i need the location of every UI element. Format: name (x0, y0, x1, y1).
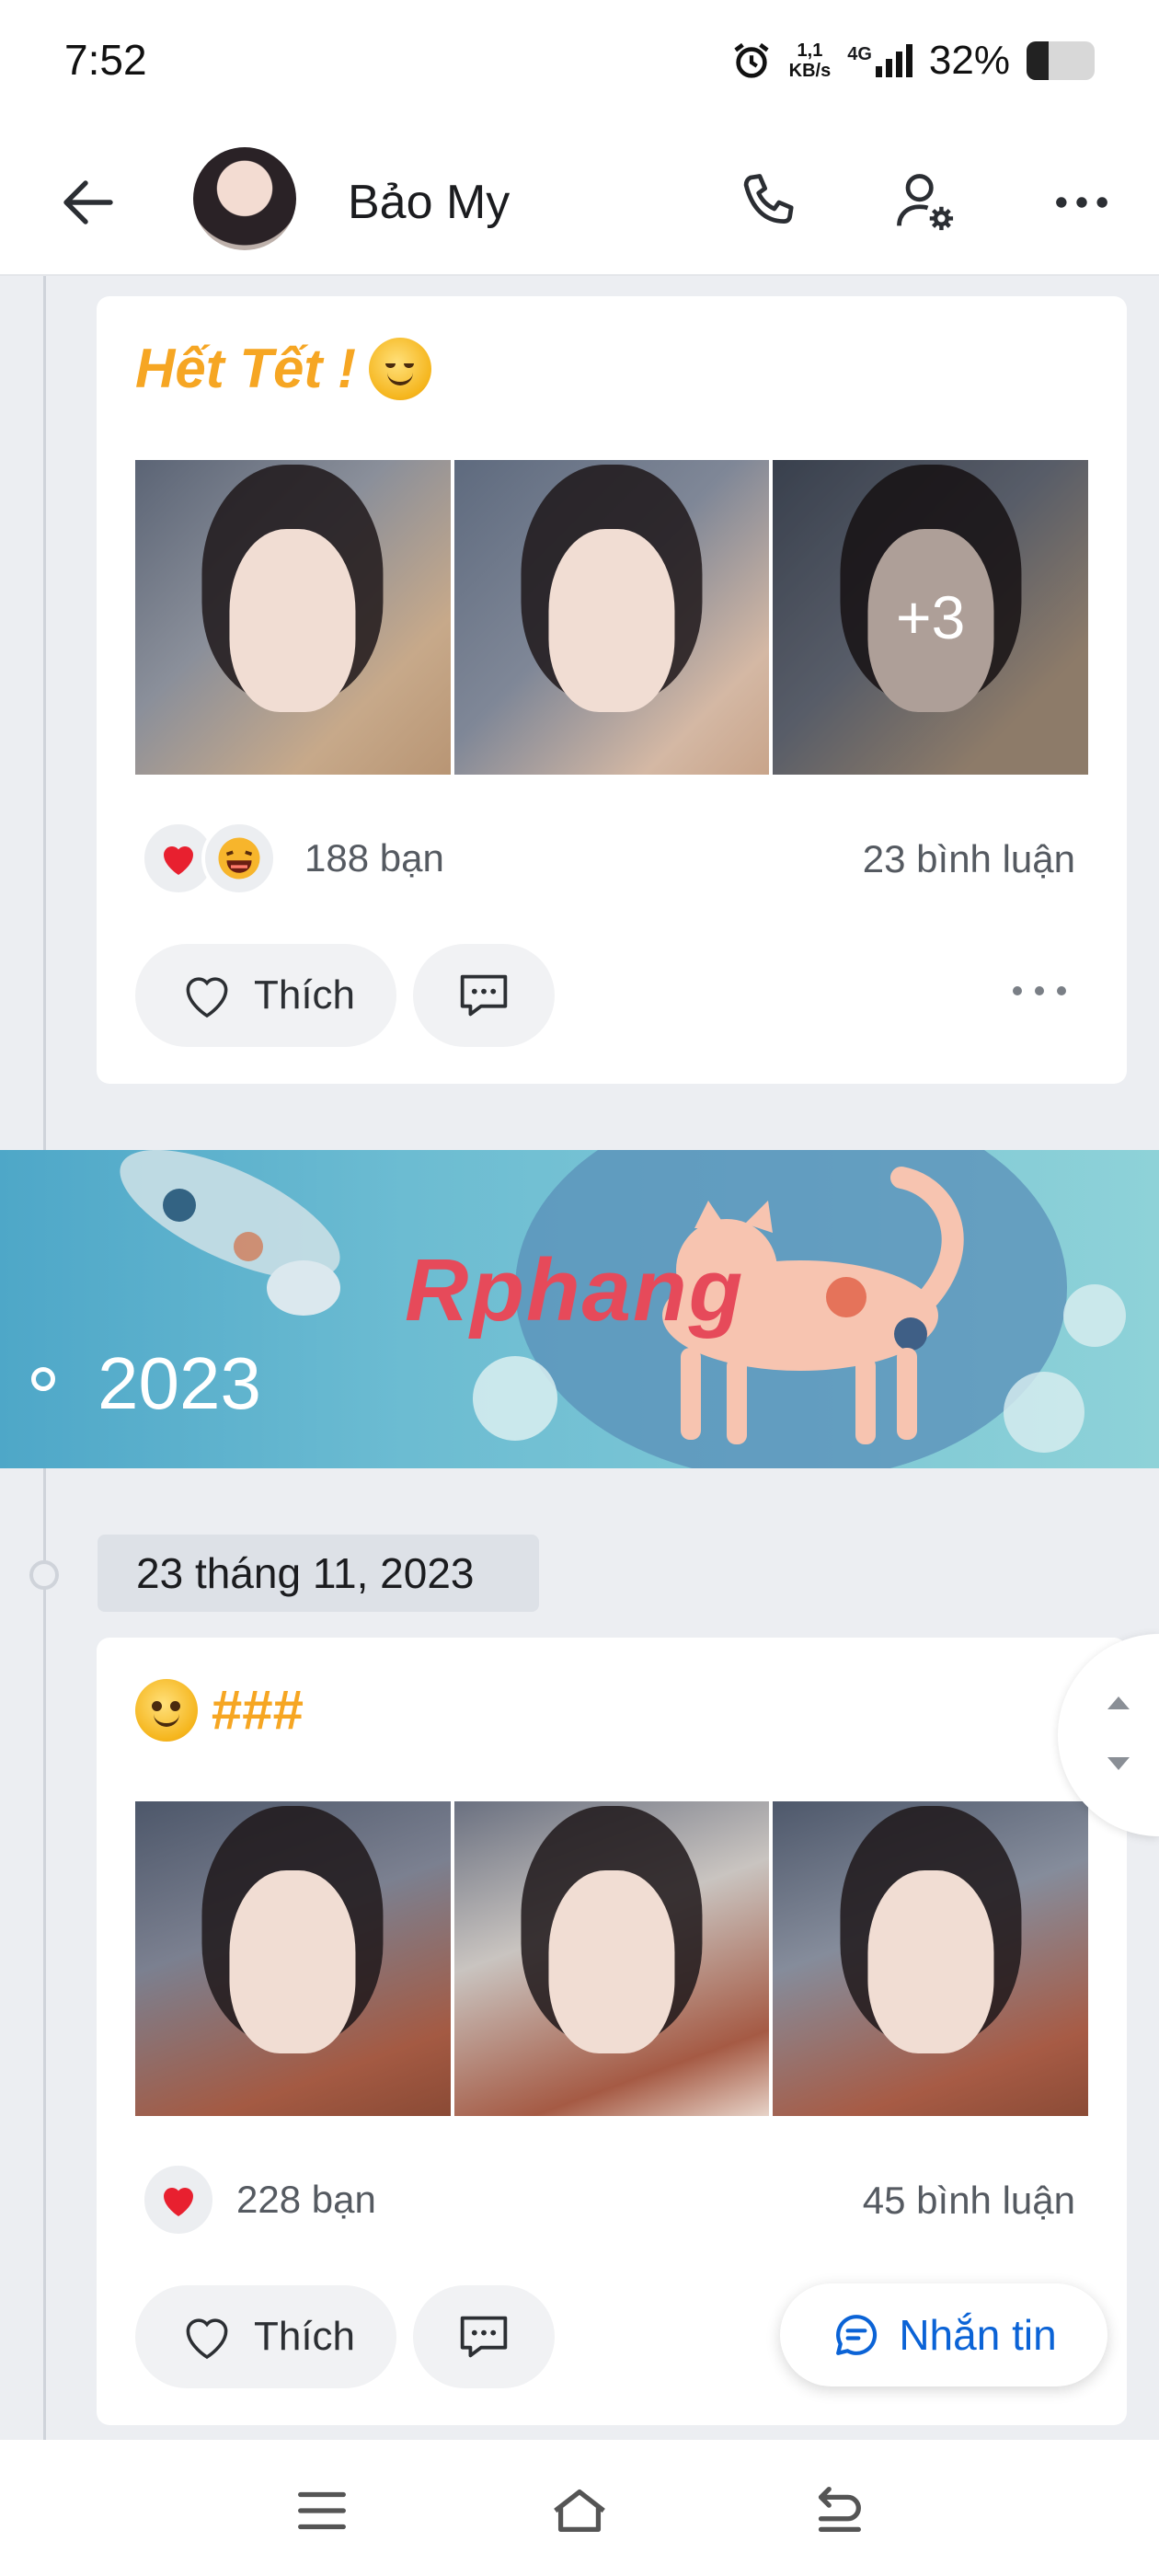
battery-percent: 32% (928, 38, 1010, 83)
photo-grid (135, 1801, 1089, 2116)
reaction-count: 188 bạn (304, 836, 444, 880)
back-arrow-icon[interactable] (55, 169, 121, 236)
scroll-arrows-icon (1107, 1696, 1130, 1770)
profile-header: Bảo My (0, 129, 1159, 276)
signal-icon: 4G (847, 44, 912, 77)
network-speed-value: 1,1 (797, 40, 823, 61)
network-type: 4G (847, 44, 872, 64)
chat-bubble-icon (836, 2315, 878, 2355)
user-settings-icon[interactable] (890, 167, 960, 237)
reaction-count: 228 bạn (236, 2178, 376, 2221)
more-photos-overlay[interactable]: +3 (773, 460, 1089, 775)
comment-icon (460, 2316, 508, 2358)
comment-count[interactable]: 23 bình luận (863, 837, 1075, 881)
comment-icon (460, 974, 508, 1017)
like-button[interactable]: Thích (135, 944, 396, 1047)
network-speed-unit: KB/s (788, 61, 832, 81)
post-title: Hết Tết ! (135, 337, 431, 400)
heart-reaction-icon (141, 2162, 216, 2237)
post-card[interactable]: Hết Tết ! +3 188 bạn 23 bình luận Thích (97, 296, 1127, 1084)
post-photo[interactable] (773, 1801, 1089, 2116)
post-photo[interactable]: +3 (773, 460, 1089, 775)
post-title-text: Hết Tết ! (135, 338, 356, 399)
year-banner: Rphang 2023 (0, 1150, 1159, 1468)
system-nav-bar (0, 2440, 1159, 2576)
post-more-icon[interactable] (1009, 977, 1070, 1005)
message-button[interactable]: Nhắn tin (780, 2283, 1107, 2386)
like-button[interactable]: Thích (135, 2285, 396, 2388)
grin-emoji-icon (135, 1678, 198, 1742)
recent-apps-icon[interactable] (290, 2478, 354, 2543)
phone-icon[interactable] (736, 167, 806, 237)
timeline-year-dot (31, 1367, 55, 1391)
alarm-icon (734, 42, 769, 78)
like-label: Thích (253, 2314, 356, 2359)
message-button-label: Nhắn tin (899, 2311, 1057, 2359)
like-label: Thích (253, 972, 356, 1018)
post-title: ### (135, 1678, 303, 1742)
profile-name[interactable]: Bảo My (348, 175, 510, 230)
timeline-date-dot (29, 1560, 59, 1590)
comment-button[interactable] (413, 2285, 555, 2388)
reaction-summary[interactable]: 188 bạn (141, 821, 444, 896)
home-icon[interactable] (547, 2478, 612, 2543)
avatar[interactable] (193, 147, 296, 250)
status-bar: 7:52 1,1 KB/s 4G 32% (0, 0, 1159, 129)
year-label: 2023 (98, 1342, 261, 1424)
network-speed: 1,1 KB/s (789, 40, 832, 81)
post-photo[interactable] (453, 1801, 770, 2116)
post-photo[interactable] (135, 1801, 451, 2116)
reaction-summary[interactable]: 228 bạn (141, 2162, 376, 2237)
comment-count[interactable]: 45 bình luận (863, 2179, 1075, 2223)
heart-outline-icon (186, 2318, 228, 2360)
heart-outline-icon (186, 977, 228, 1018)
laugh-reaction-icon (201, 821, 277, 896)
battery-icon (1027, 41, 1095, 80)
comment-button[interactable] (413, 944, 555, 1047)
status-indicators: 1,1 KB/s 4G 32% (730, 33, 1095, 88)
photo-grid: +3 (135, 460, 1089, 775)
battery-level-fill (1027, 41, 1049, 80)
status-time: 7:52 (64, 36, 147, 84)
post-photo[interactable] (135, 460, 451, 775)
more-icon[interactable] (1047, 167, 1117, 237)
post-photo[interactable] (453, 460, 770, 775)
watermark: Rphang (405, 1241, 745, 1340)
back-nav-icon[interactable] (805, 2478, 869, 2543)
smile-emoji-icon (369, 337, 431, 400)
date-chip: 23 tháng 11, 2023 (98, 1535, 539, 1612)
post-title-text: ### (211, 1679, 304, 1741)
